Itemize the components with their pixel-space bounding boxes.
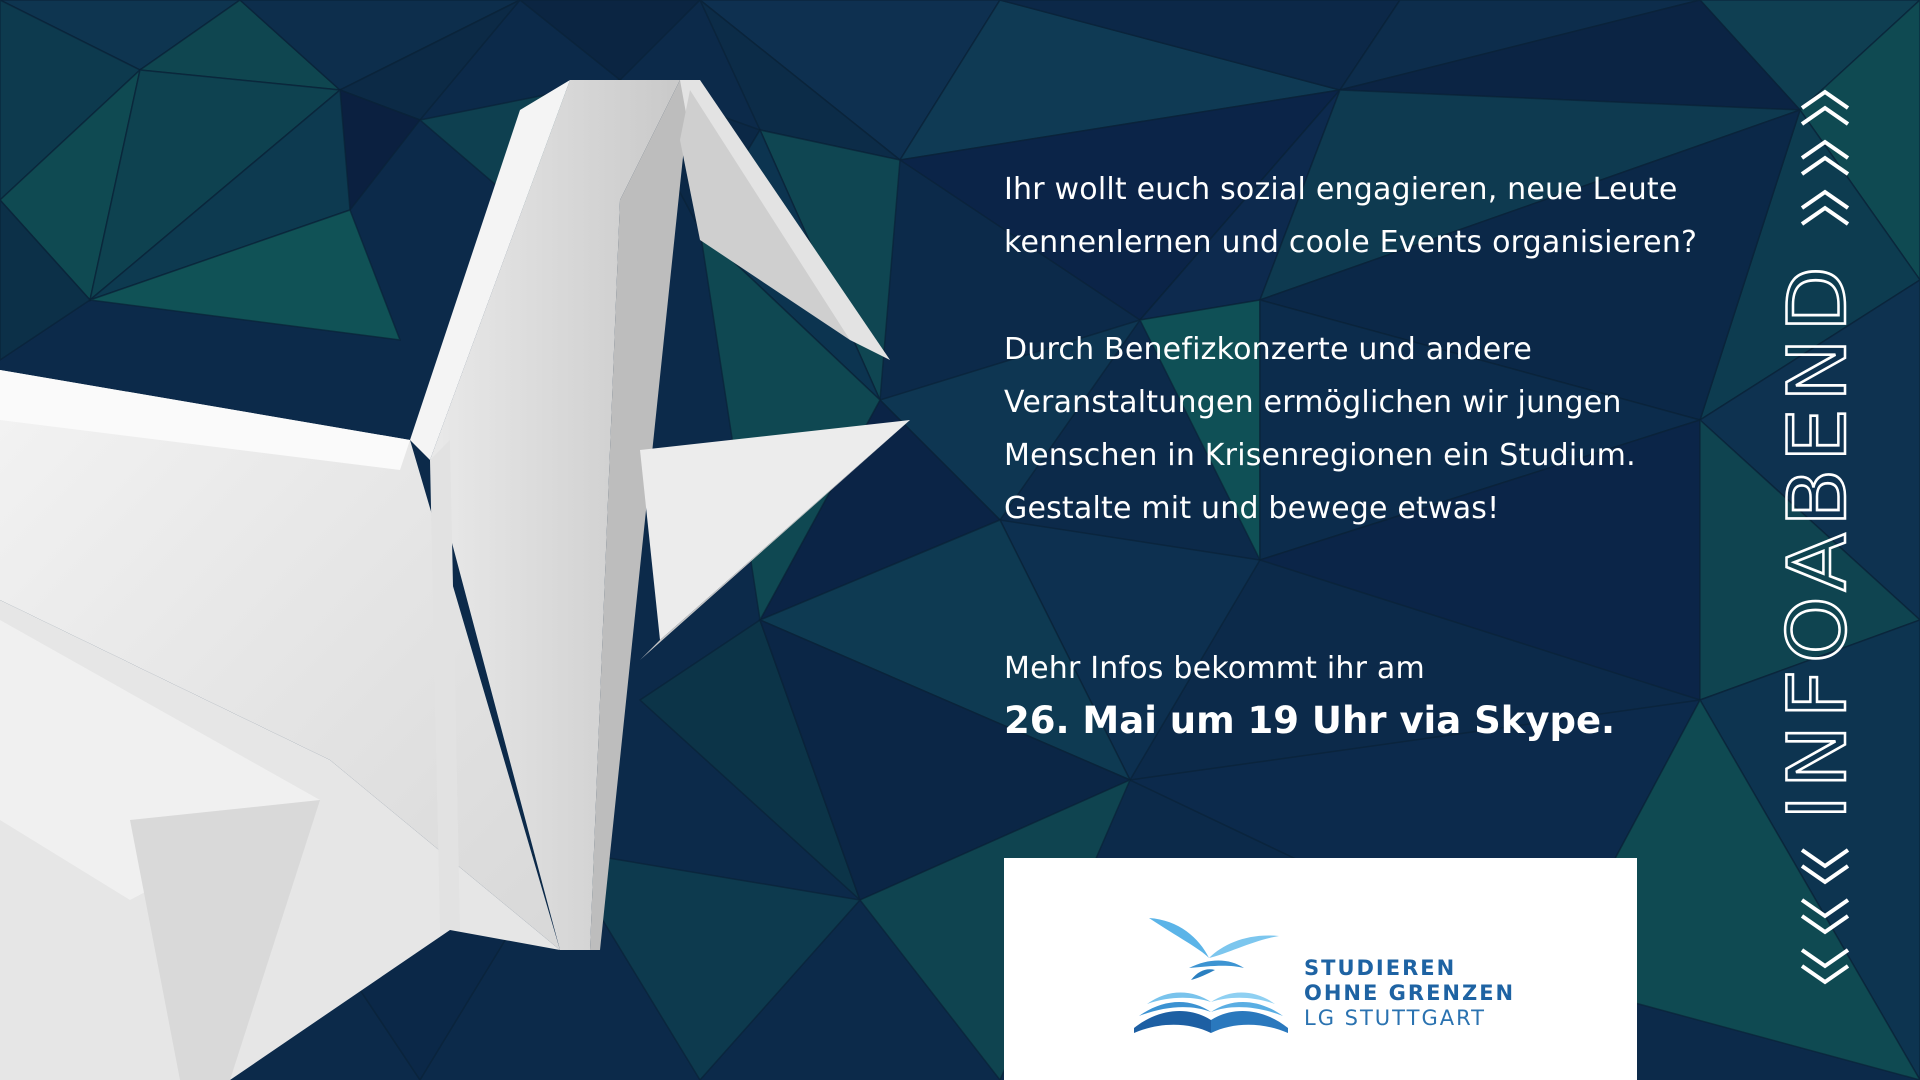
details-text: Durch Benefizkonzerte und andere Veranst…: [1004, 323, 1636, 535]
side-title: INFOABEND: [1771, 260, 1864, 820]
event-lead: Mehr Infos bekommt ihr am: [1004, 651, 1425, 686]
chevron-down-icon: [1800, 848, 1850, 985]
intro-text: Ihr wollt euch sozial engagieren, neue L…: [1004, 163, 1697, 269]
intro-line-1: Ihr wollt euch sozial engagieren, neue L…: [1004, 172, 1678, 207]
chevron-up-icon: [1800, 89, 1850, 226]
details-line-1: Durch Benefizkonzerte und andere: [1004, 332, 1532, 367]
logo-line-2: OHNE GRENZEN: [1304, 981, 1516, 1005]
logo-line-1: STUDIEREN: [1304, 956, 1457, 980]
event-info: Mehr Infos bekommt ihr am 26. Mai um 19 …: [1004, 642, 1615, 747]
intro-line-2: kennenlernen und coole Events organisier…: [1004, 225, 1698, 260]
details-line-3: Menschen in Krisenregionen ein Studium.: [1004, 438, 1636, 473]
details-line-2: Veranstaltungen ermöglichen wir jungen: [1004, 385, 1622, 420]
side-banner: INFOABEND: [1770, 89, 1865, 985]
bird-book-logo-icon: [1134, 918, 1288, 1033]
details-line-4: Gestalte mit und bewege etwas!: [1004, 491, 1500, 526]
origami-crane-icon: [0, 80, 910, 1080]
event-date: 26. Mai um 19 Uhr via Skype.: [1004, 699, 1616, 742]
logo-text: STUDIEREN OHNE GRENZEN LG STUTTGART: [1304, 956, 1515, 1031]
logo-line-3: LG STUTTGART: [1304, 1006, 1486, 1030]
organization-logo: STUDIEREN OHNE GRENZEN LG STUTTGART: [1004, 858, 1637, 1080]
